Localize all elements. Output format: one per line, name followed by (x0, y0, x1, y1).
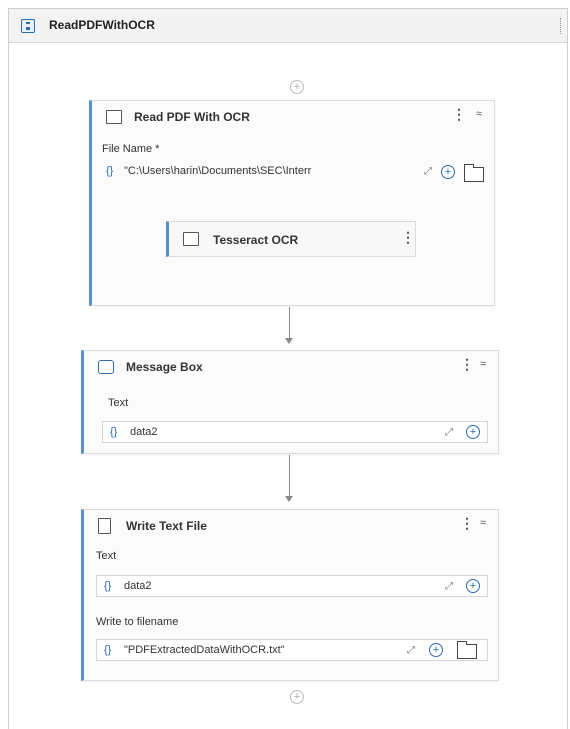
activity-title: Message Box (126, 360, 203, 374)
text-input[interactable]: {} data2 ⤢ + (96, 575, 488, 597)
tesseract-ocr-activity[interactable]: Tesseract OCR ⋮ (166, 221, 416, 257)
tesseract-title: Tesseract OCR (213, 233, 299, 247)
ocr-engine-icon (183, 232, 199, 246)
collapse-icon[interactable]: ≈ (476, 108, 482, 120)
text-value: data2 (130, 426, 158, 438)
expand-editor-icon[interactable]: ⤢ (424, 166, 432, 177)
activity-header: Read PDF With OCR ⋮ ≈ (92, 101, 494, 133)
expression-icon: {} (104, 644, 112, 656)
expand-editor-icon[interactable]: ⤢ (445, 581, 453, 592)
text-input[interactable]: {} data2 ⤢ + (102, 421, 488, 443)
more-options-icon[interactable]: ⋮ (452, 107, 466, 121)
add-variable-icon[interactable]: + (429, 643, 443, 657)
file-name-value: "C:\Users\harin\Documents\SEC\Interr (124, 165, 312, 177)
text-file-icon (98, 518, 111, 534)
activity-header: Write Text File ⋮ ≈ (84, 510, 498, 542)
activity-header: Message Box ⋮ ≈ (84, 351, 498, 383)
more-options-icon[interactable]: ⋮ (460, 357, 474, 371)
grip-handle-icon[interactable] (560, 18, 563, 34)
filename-input[interactable]: {} "PDFExtractedDataWithOCR.txt" ⤢ + (96, 639, 488, 661)
expand-editor-icon[interactable]: ⤢ (407, 645, 415, 656)
filename-value: "PDFExtractedDataWithOCR.txt" (124, 644, 285, 656)
text-value: data2 (124, 580, 152, 592)
flow-arrow-icon (285, 496, 293, 502)
add-variable-icon[interactable]: + (466, 579, 480, 593)
expression-icon: {} (106, 165, 114, 177)
activity-title: Write Text File (126, 519, 207, 533)
pdf-document-icon (106, 110, 122, 124)
text-label: Text (108, 397, 129, 409)
flow-arrow-icon (285, 338, 293, 344)
expression-icon: {} (110, 426, 118, 438)
collapse-icon[interactable]: ≈ (480, 517, 486, 529)
write-text-file-activity[interactable]: Write Text File ⋮ ≈ Text {} data2 ⤢ + Wr… (81, 509, 499, 681)
expand-editor-icon[interactable]: ⤢ (445, 427, 453, 438)
workflow-designer: ReadPDFWithOCR + Read PDF With OCR ⋮ ≈ F… (8, 8, 568, 729)
message-box-activity[interactable]: Message Box ⋮ ≈ Text {} data2 ⤢ + (81, 350, 499, 454)
speech-bubble-icon (98, 360, 114, 374)
more-options-icon[interactable]: ⋮ (460, 516, 474, 530)
add-activity-bottom-icon[interactable]: + (290, 690, 304, 704)
text-label: Text (96, 550, 117, 562)
file-name-label: File Name * (102, 143, 160, 155)
more-options-icon[interactable]: ⋮ (401, 230, 415, 244)
connector-line (289, 455, 290, 497)
expression-icon: {} (104, 580, 112, 592)
read-pdf-with-ocr-activity[interactable]: Read PDF With OCR ⋮ ≈ File Name * {} "C:… (89, 100, 495, 306)
add-variable-icon[interactable]: + (441, 165, 455, 179)
sequence-icon (21, 19, 35, 33)
add-activity-top-icon[interactable]: + (290, 80, 304, 94)
activity-title: Read PDF With OCR (134, 110, 250, 124)
file-name-input[interactable]: {} "C:\Users\harin\Documents\SEC\Interr (102, 161, 420, 183)
write-to-filename-label: Write to filename (96, 616, 179, 628)
browse-folder-icon[interactable] (457, 641, 477, 659)
browse-folder-icon[interactable] (464, 164, 484, 182)
collapse-icon[interactable]: ≈ (480, 358, 486, 370)
workflow-title: ReadPDFWithOCR (49, 18, 155, 32)
workflow-header: ReadPDFWithOCR (9, 9, 567, 43)
connector-line (289, 307, 290, 339)
add-variable-icon[interactable]: + (466, 425, 480, 439)
